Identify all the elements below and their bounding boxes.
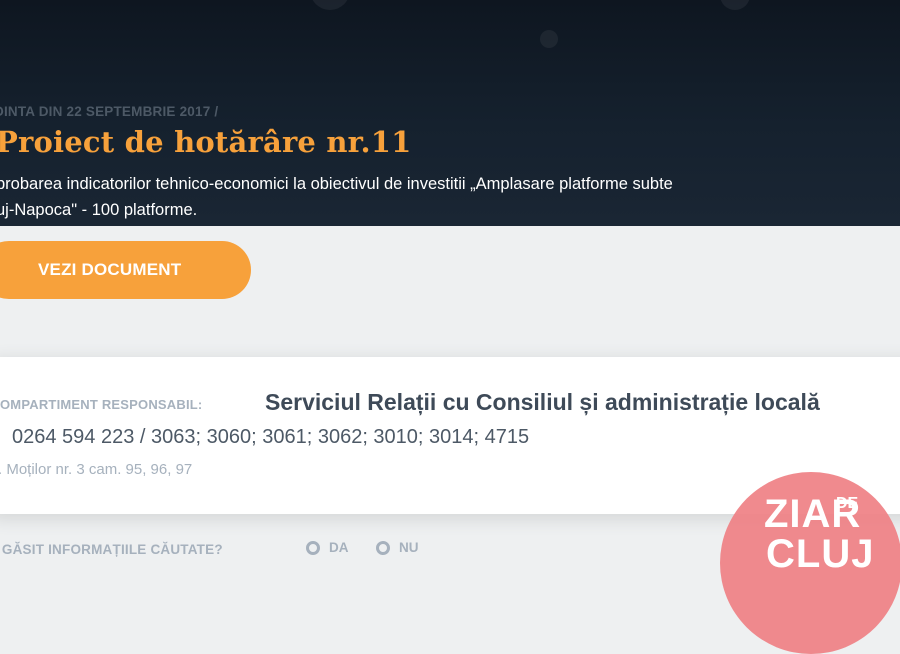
- responsible-department-label: OMPARTIMENT RESPONSABIL:: [0, 397, 203, 412]
- logo-word-de: DE: [836, 495, 859, 512]
- project-description: probarea indicatorilor tehnico-economici…: [0, 171, 673, 223]
- feedback-question: I GĂSIT INFORMAȚIILE CĂUTATE?: [0, 542, 223, 557]
- logo-word-cluj: CLUJ: [766, 532, 875, 576]
- page-title: Proiect de hotărâre nr.11: [0, 125, 412, 159]
- feedback-no-option[interactable]: NU: [376, 540, 419, 555]
- office-address: . Moților nr. 3 cam. 95, 96, 97: [0, 461, 193, 478]
- phone-numbers[interactable]: 0264 594 223 / 3063; 3060; 3061; 3062; 3…: [12, 426, 529, 449]
- breadcrumb[interactable]: DINTA DIN 22 SEPTEMBRIE 2017 /: [0, 104, 218, 119]
- radio-yes[interactable]: [306, 540, 320, 555]
- feedback-yes-label: DA: [329, 540, 349, 555]
- ziar-de-cluj-watermark-logo: ZIAR DE CLUJ: [720, 472, 900, 654]
- view-document-button[interactable]: VEZI DOCUMENT: [0, 241, 251, 299]
- radio-no[interactable]: [376, 540, 390, 555]
- responsible-department-value: Serviciul Relații cu Consiliul și admini…: [265, 389, 820, 415]
- feedback-yes-option[interactable]: DA: [306, 540, 349, 555]
- feedback-no-label: NU: [399, 540, 419, 555]
- description-line-1: probarea indicatorilor tehnico-economici…: [0, 175, 673, 193]
- description-line-2: uj-Napoca" - 100 platforme.: [0, 201, 198, 219]
- hero-banner: DINTA DIN 22 SEPTEMBRIE 2017 / Proiect d…: [0, 0, 900, 226]
